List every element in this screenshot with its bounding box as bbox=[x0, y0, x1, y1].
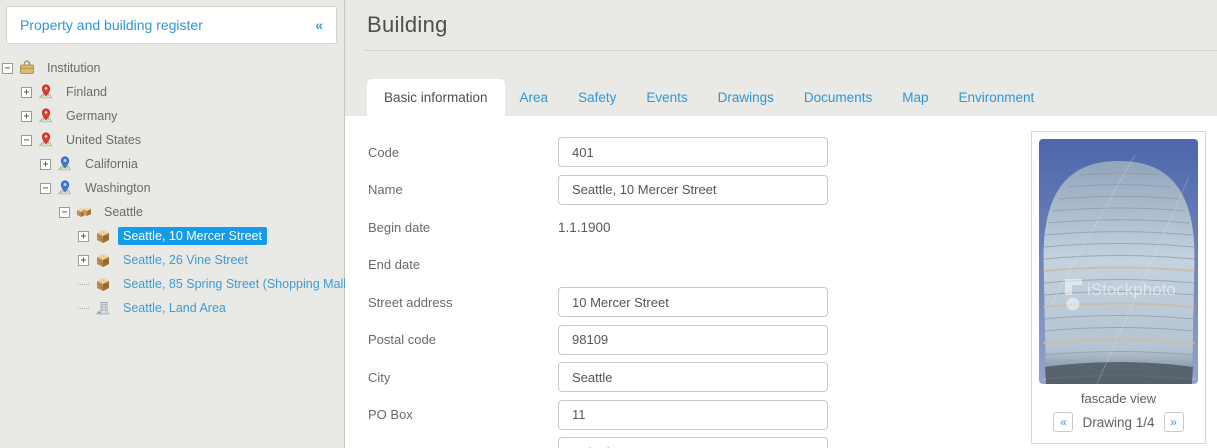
page-title: Building bbox=[367, 12, 1217, 38]
map-pin-red-icon bbox=[38, 108, 55, 124]
tree-item-finland[interactable]: + Finland bbox=[0, 80, 344, 104]
tab-basic-information[interactable]: Basic information bbox=[367, 79, 505, 116]
tree-item-label: Germany bbox=[61, 107, 122, 125]
map-pin-blue-icon bbox=[57, 156, 74, 172]
sidebar-title: Property and building register bbox=[20, 17, 203, 33]
tab-bar: Basic informationAreaSafetyEventsDrawing… bbox=[345, 79, 1217, 116]
street-address-input[interactable] bbox=[558, 287, 828, 317]
country-input[interactable] bbox=[558, 437, 828, 448]
next-drawing-button[interactable]: » bbox=[1164, 412, 1184, 432]
tree-item-seattle-85-spring-street-shopping-mall[interactable]: Seattle, 85 Spring Street (Shopping Mall… bbox=[0, 272, 344, 296]
tree-item-label: Finland bbox=[61, 83, 112, 101]
building-icon bbox=[95, 228, 112, 244]
tree-item-seattle[interactable]: − Seattle bbox=[0, 200, 344, 224]
tab-documents[interactable]: Documents bbox=[789, 79, 887, 116]
photo-watermark: iStockphoto bbox=[1087, 280, 1176, 299]
expand-expander-icon[interactable]: + bbox=[40, 159, 51, 170]
land-area-icon bbox=[95, 300, 112, 316]
tree-item-label: Seattle, 26 Vine Street bbox=[118, 251, 253, 269]
app-window: Property and building register « − Insti… bbox=[0, 0, 1217, 448]
tab-environment[interactable]: Environment bbox=[943, 79, 1049, 116]
tab-area[interactable]: Area bbox=[505, 79, 564, 116]
tree-item-germany[interactable]: + Germany bbox=[0, 104, 344, 128]
building-icon bbox=[95, 252, 112, 268]
tab-events[interactable]: Events bbox=[631, 79, 702, 116]
tree-item-seattle-26-vine-street[interactable]: + Seattle, 26 Vine Street bbox=[0, 248, 344, 272]
field-label: City bbox=[368, 370, 558, 385]
field-label: Postal code bbox=[368, 332, 558, 347]
postal-code-input[interactable] bbox=[558, 325, 828, 355]
po-box-input[interactable] bbox=[558, 400, 828, 430]
tree-item-label: Institution bbox=[42, 59, 106, 77]
tree-connector bbox=[78, 308, 89, 309]
tree-item-institution[interactable]: − Institution bbox=[0, 56, 344, 80]
institution-icon bbox=[19, 60, 36, 76]
field-label: End date bbox=[368, 257, 558, 272]
tab-safety[interactable]: Safety bbox=[563, 79, 631, 116]
city-icon bbox=[76, 204, 93, 220]
field-label: PO Box bbox=[368, 407, 558, 422]
tree-view: − Institution + Finland + Germany − Unit… bbox=[0, 56, 344, 320]
field-label: Code bbox=[368, 145, 558, 160]
tab-content: Code Name Begin date 1.1.1900 End date S… bbox=[345, 116, 1217, 448]
field-label: Name bbox=[368, 182, 558, 197]
code-input[interactable] bbox=[558, 137, 828, 167]
collapse-expander-icon[interactable]: − bbox=[2, 63, 13, 74]
photo-panel: iStockphoto fascade view « Drawing 1/4 » bbox=[1031, 131, 1206, 444]
expand-expander-icon[interactable]: + bbox=[78, 255, 89, 266]
tree-item-label: Seattle, Land Area bbox=[118, 299, 231, 317]
tree-item-california[interactable]: + California bbox=[0, 152, 344, 176]
tree-item-label: Seattle, 10 Mercer Street bbox=[118, 227, 267, 245]
collapse-expander-icon[interactable]: − bbox=[40, 183, 51, 194]
tree-item-seattle-10-mercer-street[interactable]: + Seattle, 10 Mercer Street bbox=[0, 224, 344, 248]
begin-date-value: 1.1.1900 bbox=[558, 220, 611, 235]
expand-expander-icon[interactable]: + bbox=[78, 231, 89, 242]
tab-map[interactable]: Map bbox=[887, 79, 943, 116]
tree-item-label: Washington bbox=[80, 179, 156, 197]
sidebar-header: Property and building register « bbox=[6, 6, 337, 44]
building-photo: iStockphoto bbox=[1039, 139, 1198, 384]
expand-expander-icon[interactable]: + bbox=[21, 87, 32, 98]
field-label: Country bbox=[368, 445, 558, 448]
tab-drawings[interactable]: Drawings bbox=[703, 79, 789, 116]
tree-item-label: United States bbox=[61, 131, 146, 149]
previous-drawing-button[interactable]: « bbox=[1053, 412, 1073, 432]
map-pin-blue-icon bbox=[57, 180, 74, 196]
tree-item-label: California bbox=[80, 155, 143, 173]
tree-item-seattle-land-area[interactable]: Seattle, Land Area bbox=[0, 296, 344, 320]
collapse-expander-icon[interactable]: − bbox=[59, 207, 70, 218]
tree-item-label: Seattle bbox=[99, 203, 148, 221]
map-pin-red-icon bbox=[38, 84, 55, 100]
photo-caption: fascade view bbox=[1039, 391, 1198, 406]
drawing-pager-label: Drawing 1/4 bbox=[1082, 415, 1154, 430]
tree-item-label: Seattle, 85 Spring Street (Shopping Mall… bbox=[118, 275, 355, 293]
sidebar: Property and building register « − Insti… bbox=[0, 0, 345, 448]
sidebar-collapse-button[interactable]: « bbox=[315, 17, 323, 33]
field-label: Begin date bbox=[368, 220, 558, 235]
name-input[interactable] bbox=[558, 175, 828, 205]
title-divider bbox=[364, 50, 1217, 51]
main-panel: Building Basic informationAreaSafetyEven… bbox=[345, 0, 1217, 448]
field-label: Street address bbox=[368, 295, 558, 310]
city-input[interactable] bbox=[558, 362, 828, 392]
collapse-expander-icon[interactable]: − bbox=[21, 135, 32, 146]
tree-item-united-states[interactable]: − United States bbox=[0, 128, 344, 152]
tree-item-washington[interactable]: − Washington bbox=[0, 176, 344, 200]
tree-connector bbox=[78, 284, 89, 285]
building-icon bbox=[95, 276, 112, 292]
map-pin-red-icon bbox=[38, 132, 55, 148]
expand-expander-icon[interactable]: + bbox=[21, 111, 32, 122]
drawing-pager: « Drawing 1/4 » bbox=[1039, 412, 1198, 432]
